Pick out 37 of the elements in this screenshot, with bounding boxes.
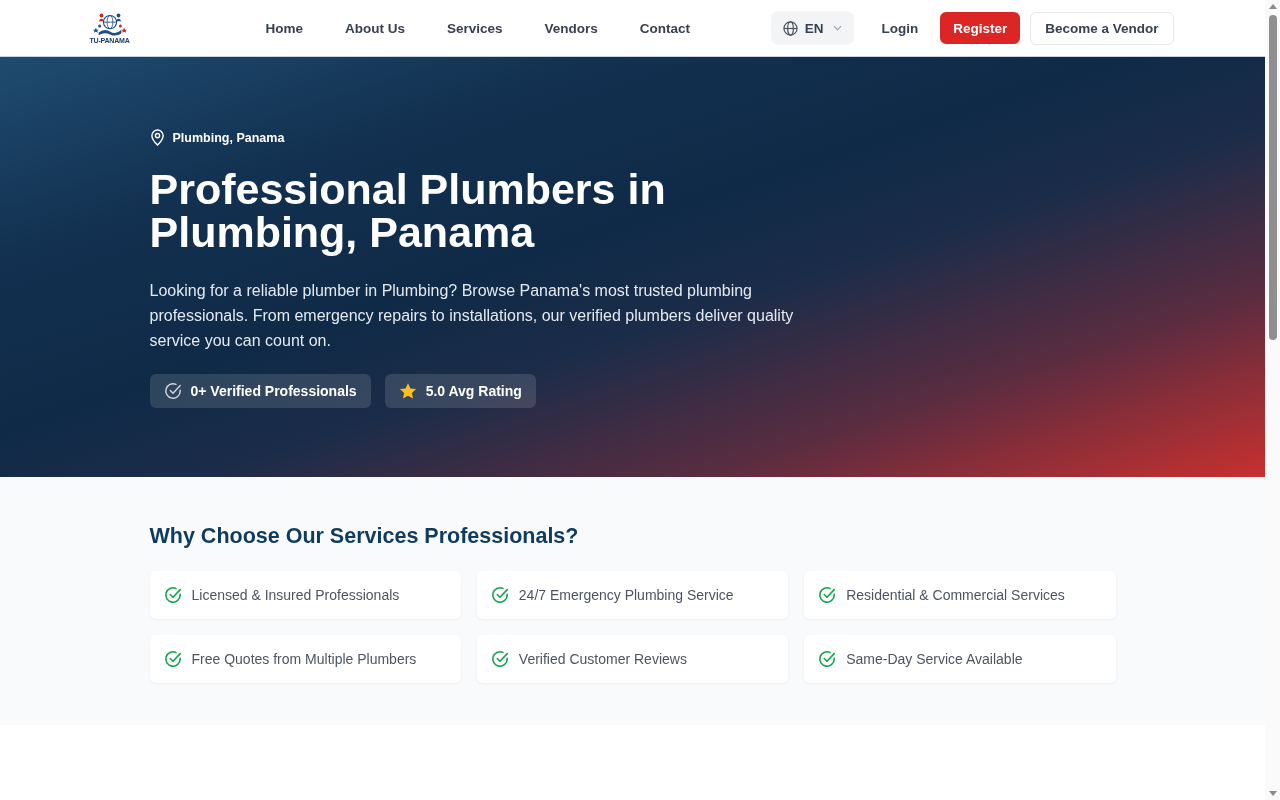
section-heading: Why Choose Our Services Professionals? xyxy=(149,523,580,550)
feature-label: Verified Customer Reviews xyxy=(518,651,687,667)
hero-title: Professional Plumbers in Plumbing, Panama xyxy=(149,168,667,254)
hero-description: Looking for a reliable plumber in Plumbing? Browse Panama's most trusted plumbing professionals. From emergency repairs to installations, our verified plumbers deliver quality service you can count on. xyxy=(149,281,795,351)
feature-label: 24/7 Emergency Plumbing Service xyxy=(518,587,734,603)
login-button[interactable]: Login xyxy=(870,12,930,44)
scrollbar[interactable] xyxy=(1265,0,1280,800)
scroll-down-icon[interactable] xyxy=(1268,791,1277,796)
check-circle-icon xyxy=(818,650,837,668)
feature-label: Residential & Commercial Services xyxy=(846,587,1065,603)
feature-label: Free Quotes from Multiple Plumbers xyxy=(191,651,417,667)
map-pin-icon xyxy=(149,129,165,146)
nav-link[interactable]: Contact xyxy=(639,20,691,36)
nav-link[interactable]: About Us xyxy=(345,20,405,36)
feature-label: Licensed & Insured Professionals xyxy=(191,587,400,603)
globe-icon xyxy=(782,20,798,36)
check-circle-icon xyxy=(490,586,509,604)
nav-link[interactable]: Home xyxy=(265,20,303,36)
star-icon xyxy=(398,382,417,400)
nav-link[interactable]: Services xyxy=(447,20,503,36)
language-selector[interactable]: EN xyxy=(770,11,855,45)
check-circle-icon xyxy=(163,586,182,604)
badge-label: 0+ Verified Professionals xyxy=(190,383,357,399)
register-button[interactable]: Register xyxy=(940,12,1021,44)
scroll-up-icon[interactable] xyxy=(1268,4,1277,9)
become-vendor-button[interactable]: Become a Vendor xyxy=(1030,11,1174,45)
logo-icon[interactable] xyxy=(92,11,127,37)
location-label: Plumbing, Panama xyxy=(172,130,285,145)
feature-label: Same-Day Service Available xyxy=(846,651,1023,667)
check-circle-icon xyxy=(490,650,509,668)
chevron-down-icon xyxy=(833,25,843,31)
badge-label: 5.0 Avg Rating xyxy=(425,383,522,399)
nav-link[interactable]: Vendors xyxy=(544,20,598,36)
check-circle-icon xyxy=(163,382,182,400)
scrollbar-thumb[interactable] xyxy=(1268,15,1277,340)
check-circle-icon xyxy=(163,650,182,668)
check-circle-icon xyxy=(818,586,837,604)
